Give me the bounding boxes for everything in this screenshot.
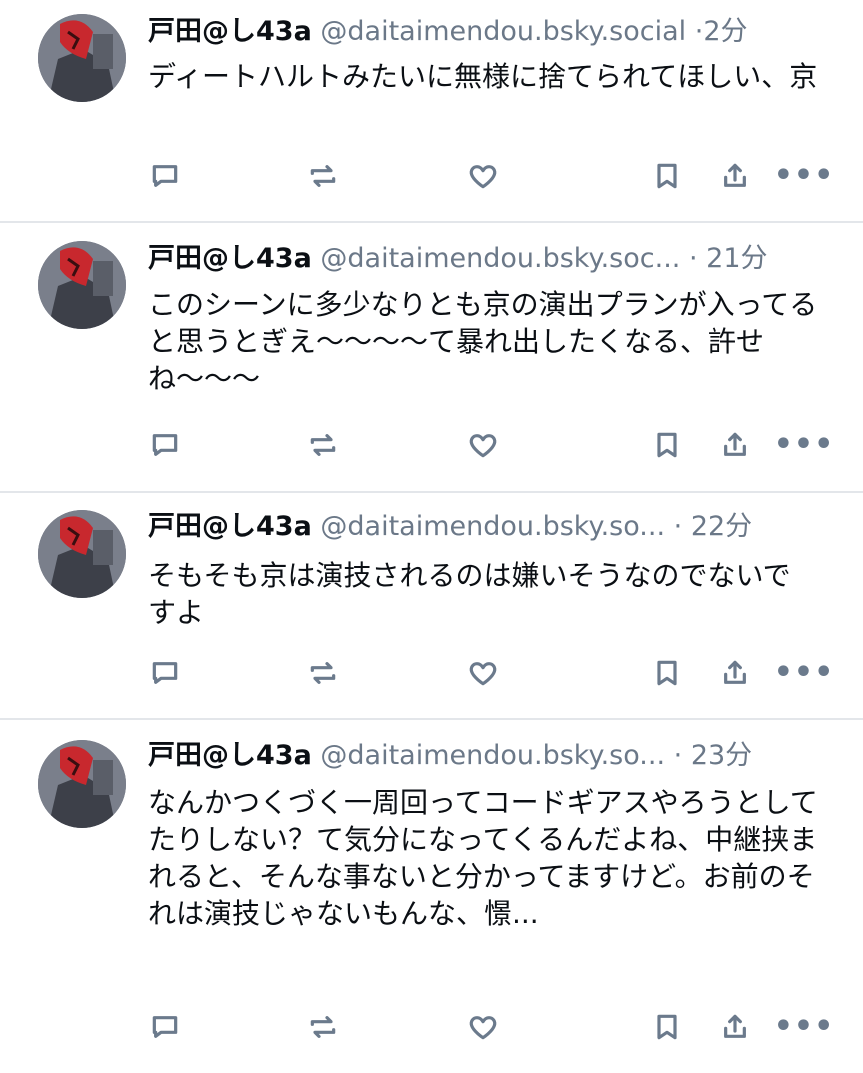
bookmark-icon[interactable] (648, 654, 686, 692)
bookmark-icon[interactable] (648, 157, 686, 195)
repost-icon[interactable] (304, 426, 342, 464)
post-text: そもそも京は演技されるのは嫌いそうなのでないですよ (148, 559, 791, 629)
avatar[interactable] (38, 241, 126, 329)
bookmark-icon[interactable] (648, 426, 686, 464)
post-actions: ••• (146, 1008, 836, 1048)
share-icon[interactable] (716, 426, 754, 464)
repost-icon[interactable] (304, 157, 342, 195)
post-text: ディートハルトみたいに無様に捨てられてほしい、京 (148, 60, 818, 93)
reply-icon[interactable] (146, 1008, 184, 1046)
post-header: 戸田@し43a @daitaimendou.bsky.so... · 23分 (148, 737, 833, 775)
repost-icon[interactable] (304, 1008, 342, 1046)
more-icon[interactable]: ••• (774, 157, 834, 195)
author-handle[interactable]: @daitaimendou.bsky.so... (320, 511, 665, 542)
post-header: 戸田@し43a @daitaimendou.bsky.social ·2分 (148, 13, 833, 51)
share-icon[interactable] (716, 1008, 754, 1046)
post-actions: ••• (146, 157, 836, 197)
post-4[interactable]: 戸田@し43a @daitaimendou.bsky.so... · 23分 な… (0, 720, 863, 1073)
like-icon[interactable] (464, 157, 502, 195)
separator: · (673, 740, 683, 771)
author-handle[interactable]: @daitaimendou.bsky.social (320, 16, 686, 47)
avatar[interactable] (38, 740, 126, 828)
post-actions: ••• (146, 654, 836, 694)
post-header: 戸田@し43a @daitaimendou.bsky.soc... · 21分 (148, 240, 833, 278)
separator: · (673, 511, 683, 542)
share-icon[interactable] (716, 157, 754, 195)
post-text: このシーンに多少なりとも京の演出プランが入ってると思うとぎえ〜〜〜〜て暴れ出した… (148, 288, 818, 395)
share-icon[interactable] (716, 654, 754, 692)
post-2[interactable]: 戸田@し43a @daitaimendou.bsky.soc... · 21分 … (0, 223, 863, 491)
post-header: 戸田@し43a @daitaimendou.bsky.so... · 22分 (148, 508, 833, 546)
reply-icon[interactable] (146, 157, 184, 195)
post-3[interactable]: 戸田@し43a @daitaimendou.bsky.so... · 22分 そ… (0, 493, 863, 718)
avatar[interactable] (38, 510, 126, 598)
like-icon[interactable] (464, 654, 502, 692)
post-time[interactable]: 23分 (691, 740, 752, 771)
post-time[interactable]: 2分 (703, 16, 747, 47)
author-handle[interactable]: @daitaimendou.bsky.soc... (320, 243, 680, 274)
like-icon[interactable] (464, 426, 502, 464)
reply-icon[interactable] (146, 426, 184, 464)
post-time[interactable]: 21分 (706, 243, 767, 274)
more-icon[interactable]: ••• (774, 426, 834, 464)
like-icon[interactable] (464, 1008, 502, 1046)
avatar[interactable] (38, 14, 126, 102)
separator: · (688, 243, 698, 274)
repost-icon[interactable] (304, 654, 342, 692)
author-name[interactable]: 戸田@し43a (148, 740, 312, 771)
post-1[interactable]: 戸田@し43a @daitaimendou.bsky.social ·2分 ディ… (0, 0, 863, 222)
bookmark-icon[interactable] (648, 1008, 686, 1046)
post-time[interactable]: 22分 (691, 511, 752, 542)
author-name[interactable]: 戸田@し43a (148, 16, 312, 47)
post-actions: ••• (146, 426, 836, 466)
reply-icon[interactable] (146, 654, 184, 692)
author-name[interactable]: 戸田@し43a (148, 511, 312, 542)
author-handle[interactable]: @daitaimendou.bsky.so... (320, 740, 665, 771)
more-icon[interactable]: ••• (774, 654, 834, 692)
author-name[interactable]: 戸田@し43a (148, 243, 312, 274)
more-icon[interactable]: ••• (774, 1008, 834, 1046)
post-text: なんかつくづく一周回ってコードギアスやろうとしてたりしない？て気分になってくるん… (148, 786, 818, 930)
